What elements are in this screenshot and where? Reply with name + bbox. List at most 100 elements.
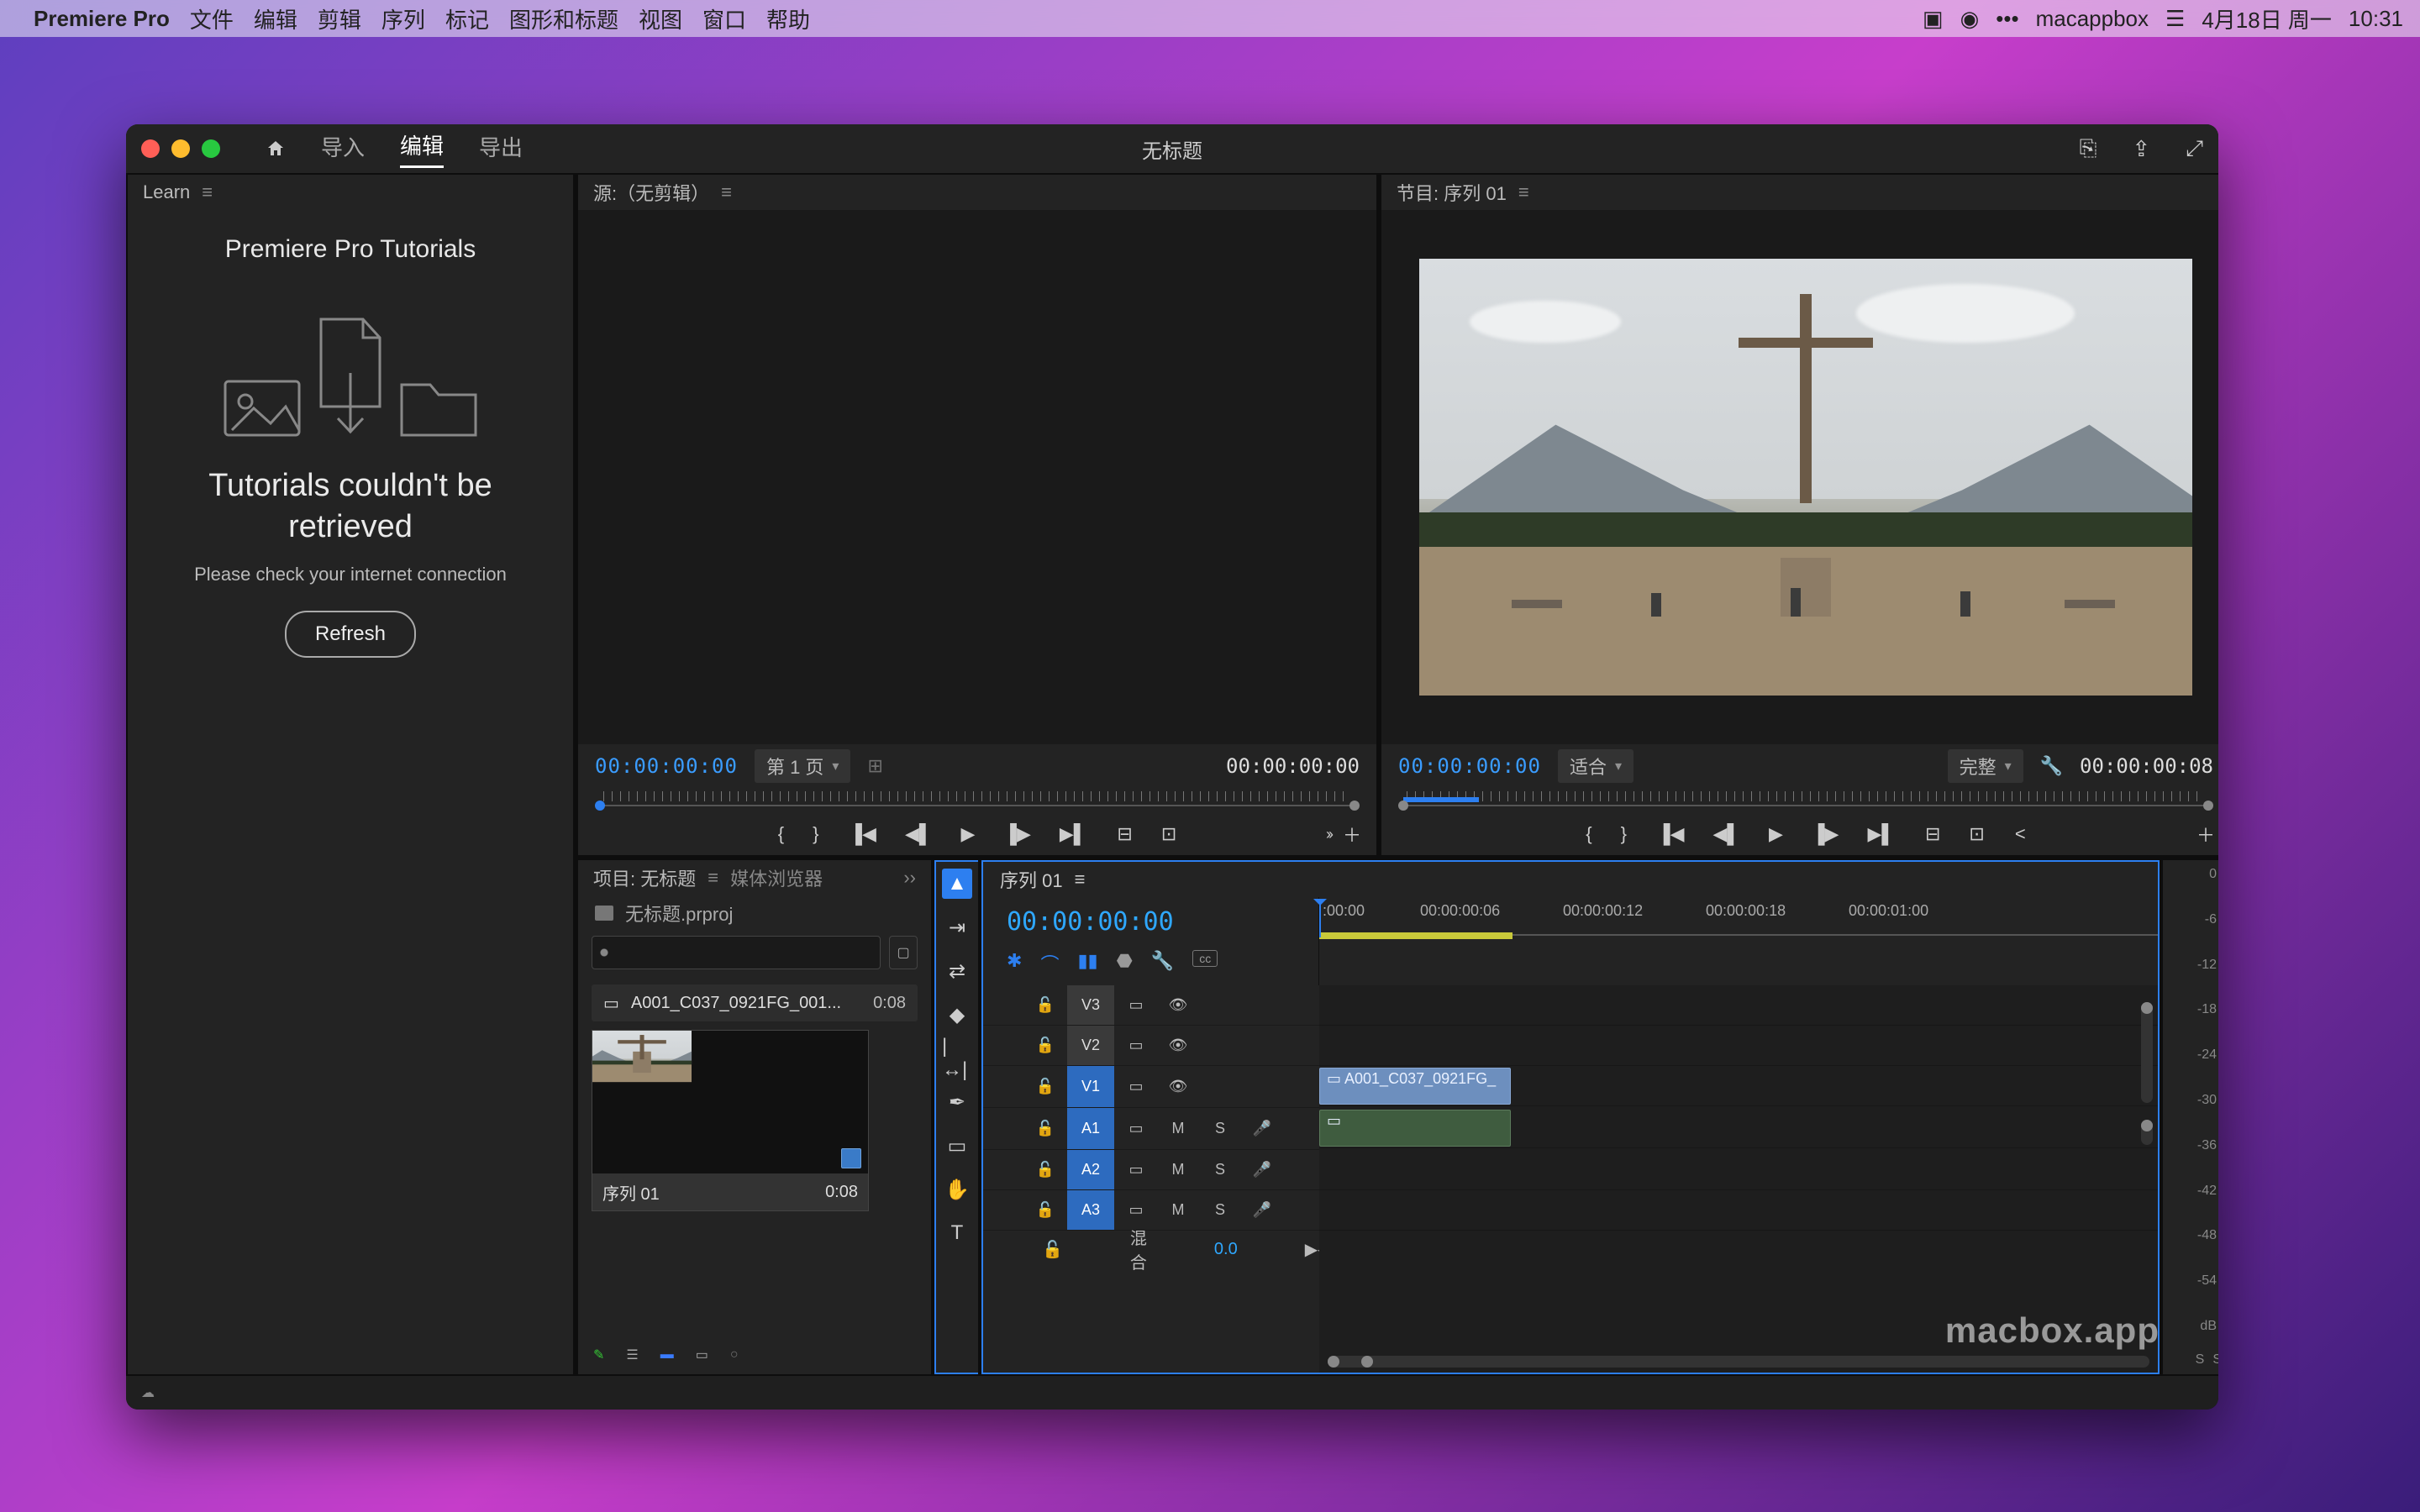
- play-icon[interactable]: ▶: [1769, 823, 1783, 845]
- audio-meters[interactable]: 0 -6 -12 -18 -24 -30 -36 -42 -48 -54 dB …: [2163, 860, 2218, 1374]
- track-v3[interactable]: V3: [1067, 985, 1114, 1025]
- mic-icon[interactable]: 🎤: [1242, 1150, 1282, 1189]
- lift-icon[interactable]: ⊟: [1925, 823, 1940, 845]
- lock-icon[interactable]: 🔓: [1025, 1108, 1065, 1149]
- source-in-timecode[interactable]: 00:00:00:00: [595, 754, 738, 778]
- source-page-select[interactable]: 第 1 页▾: [755, 749, 851, 783]
- program-panel-menu-icon[interactable]: ≡: [1518, 181, 1529, 203]
- zoom-button[interactable]: [202, 139, 220, 158]
- writable-icon[interactable]: ✎: [593, 1347, 604, 1363]
- menu-edit[interactable]: 编辑: [254, 3, 297, 34]
- status-account[interactable]: macappbox: [2036, 6, 2149, 32]
- program-quality-select[interactable]: 完整▾: [1948, 749, 2023, 783]
- sync-lock-icon[interactable]: ▭: [1116, 985, 1156, 1025]
- source-add-button-icon[interactable]: ＋: [1343, 821, 1361, 848]
- step-fwd-icon[interactable]: ▐▶: [1003, 823, 1031, 845]
- go-out-icon[interactable]: ▶▌: [1060, 823, 1087, 845]
- home-button[interactable]: [266, 139, 286, 159]
- refresh-button[interactable]: Refresh: [285, 611, 416, 658]
- list-view-icon[interactable]: ☰: [626, 1347, 638, 1363]
- status-more-icon[interactable]: •••: [1996, 6, 2018, 32]
- pen-tool[interactable]: ✒: [942, 1087, 972, 1117]
- menu-window[interactable]: 窗口: [702, 3, 746, 34]
- track-select-tool[interactable]: ⇥: [942, 912, 972, 942]
- snap-icon[interactable]: ✱: [1007, 950, 1022, 977]
- project-clip-row[interactable]: ▭ A001_C037_0921FG_001... 0:08: [592, 984, 918, 1021]
- sync-lock-icon[interactable]: ▭: [1116, 1190, 1156, 1230]
- overwrite-icon[interactable]: ⊡: [1161, 823, 1176, 845]
- program-viewer[interactable]: [1381, 210, 2218, 744]
- program-zoom-select[interactable]: 适合▾: [1558, 749, 1634, 783]
- play-icon[interactable]: ▶: [960, 823, 975, 845]
- track-a2[interactable]: A2: [1067, 1150, 1114, 1189]
- eye-icon[interactable]: 👁: [1158, 1066, 1198, 1107]
- icon-view-icon[interactable]: ▬: [660, 1347, 674, 1362]
- program-add-button-icon[interactable]: ＋: [2196, 821, 2215, 848]
- menu-help[interactable]: 帮助: [766, 3, 810, 34]
- source-more-icon[interactable]: ››: [1326, 826, 1331, 843]
- mic-icon[interactable]: 🎤: [1242, 1190, 1282, 1230]
- project-panel-menu-icon[interactable]: ≡: [708, 867, 718, 889]
- sync-lock-icon[interactable]: ▭: [1116, 1066, 1156, 1107]
- new-bin-icon[interactable]: ▢: [889, 936, 918, 969]
- timeline-audio-clip[interactable]: ▭: [1319, 1110, 1511, 1147]
- program-tab[interactable]: 节目: 序列 01: [1397, 176, 1507, 209]
- extract-icon[interactable]: ⊡: [1969, 823, 1984, 845]
- lock-icon[interactable]: 🔓: [1025, 1066, 1065, 1107]
- creative-cloud-icon[interactable]: ☁: [141, 1384, 155, 1401]
- project-tab[interactable]: 项目: 无标题: [593, 861, 696, 895]
- step-back-icon[interactable]: ◀▌: [1713, 823, 1741, 845]
- eye-icon[interactable]: 👁: [1158, 1026, 1198, 1065]
- selection-tool[interactable]: ▲: [942, 869, 972, 899]
- source-out-timecode[interactable]: 00:00:00:00: [1226, 754, 1360, 778]
- mic-icon[interactable]: 🎤: [1242, 1108, 1282, 1149]
- solo-right[interactable]: S: [2212, 1352, 2218, 1368]
- source-scrubber[interactable]: [595, 791, 1360, 813]
- type-tool[interactable]: T: [942, 1218, 972, 1248]
- add-marker-icon[interactable]: ▮▮: [1077, 950, 1097, 977]
- hand-tool[interactable]: ✋: [942, 1174, 972, 1205]
- sync-lock-icon[interactable]: ▭: [1116, 1026, 1156, 1065]
- app-name[interactable]: Premiere Pro: [34, 6, 170, 32]
- rectangle-tool[interactable]: ▭: [942, 1131, 972, 1161]
- menu-marker[interactable]: 标记: [445, 3, 489, 34]
- source-panel-menu-icon[interactable]: ≡: [721, 181, 732, 203]
- menu-file[interactable]: 文件: [190, 3, 234, 34]
- mark-in-icon[interactable]: {: [1586, 823, 1591, 845]
- go-in-icon[interactable]: ▐◀: [849, 823, 876, 845]
- project-sequence-thumb[interactable]: 序列 01 0:08: [592, 1030, 869, 1211]
- tab-import[interactable]: 导入: [321, 131, 365, 167]
- sync-lock-icon[interactable]: ▭: [1116, 1108, 1156, 1149]
- lock-icon[interactable]: 🔓: [1042, 1239, 1063, 1260]
- ripple-edit-tool[interactable]: ⇄: [942, 956, 972, 986]
- zoom-slider-icon[interactable]: ○: [730, 1347, 739, 1362]
- close-button[interactable]: [141, 139, 160, 158]
- quick-export-icon[interactable]: ⎘: [2080, 135, 2097, 162]
- source-drag-video-icon[interactable]: ⊞: [867, 755, 882, 777]
- insert-icon[interactable]: ⊟: [1117, 823, 1132, 845]
- mark-out-icon[interactable]: }: [813, 823, 818, 845]
- lock-icon[interactable]: 🔓: [1025, 1026, 1065, 1065]
- tab-export[interactable]: 导出: [479, 131, 523, 167]
- lock-icon[interactable]: 🔓: [1025, 985, 1065, 1025]
- tab-edit[interactable]: 编辑: [400, 129, 444, 168]
- step-back-icon[interactable]: ◀▌: [905, 823, 933, 845]
- timeline-timecode[interactable]: 00:00:00:00: [983, 897, 1318, 947]
- lock-icon[interactable]: 🔓: [1025, 1190, 1065, 1230]
- timeline-settings-icon[interactable]: 🔧: [1151, 950, 1174, 977]
- status-workspace-icon[interactable]: ▣: [1923, 6, 1944, 32]
- project-overflow-icon[interactable]: ››: [903, 867, 916, 889]
- project-search-input[interactable]: [592, 936, 881, 969]
- program-in-timecode[interactable]: 00:00:00:00: [1398, 754, 1541, 778]
- program-out-timecode[interactable]: 00:00:00:08: [2080, 754, 2213, 778]
- share-icon[interactable]: ⇪: [2132, 136, 2150, 162]
- status-time[interactable]: 10:31: [2349, 6, 2403, 32]
- menu-sequence[interactable]: 序列: [381, 3, 425, 34]
- linked-selection-icon[interactable]: ⌒: [1040, 950, 1059, 977]
- menu-view[interactable]: 视图: [639, 3, 682, 34]
- freeform-view-icon[interactable]: ▭: [696, 1347, 708, 1363]
- go-in-icon[interactable]: ▐◀: [1657, 823, 1685, 845]
- timeline-video-clip[interactable]: ▭ A001_C037_0921FG_: [1319, 1068, 1511, 1105]
- go-out-icon[interactable]: ▶▌: [1867, 823, 1895, 845]
- slip-tool[interactable]: |↔|: [942, 1043, 972, 1074]
